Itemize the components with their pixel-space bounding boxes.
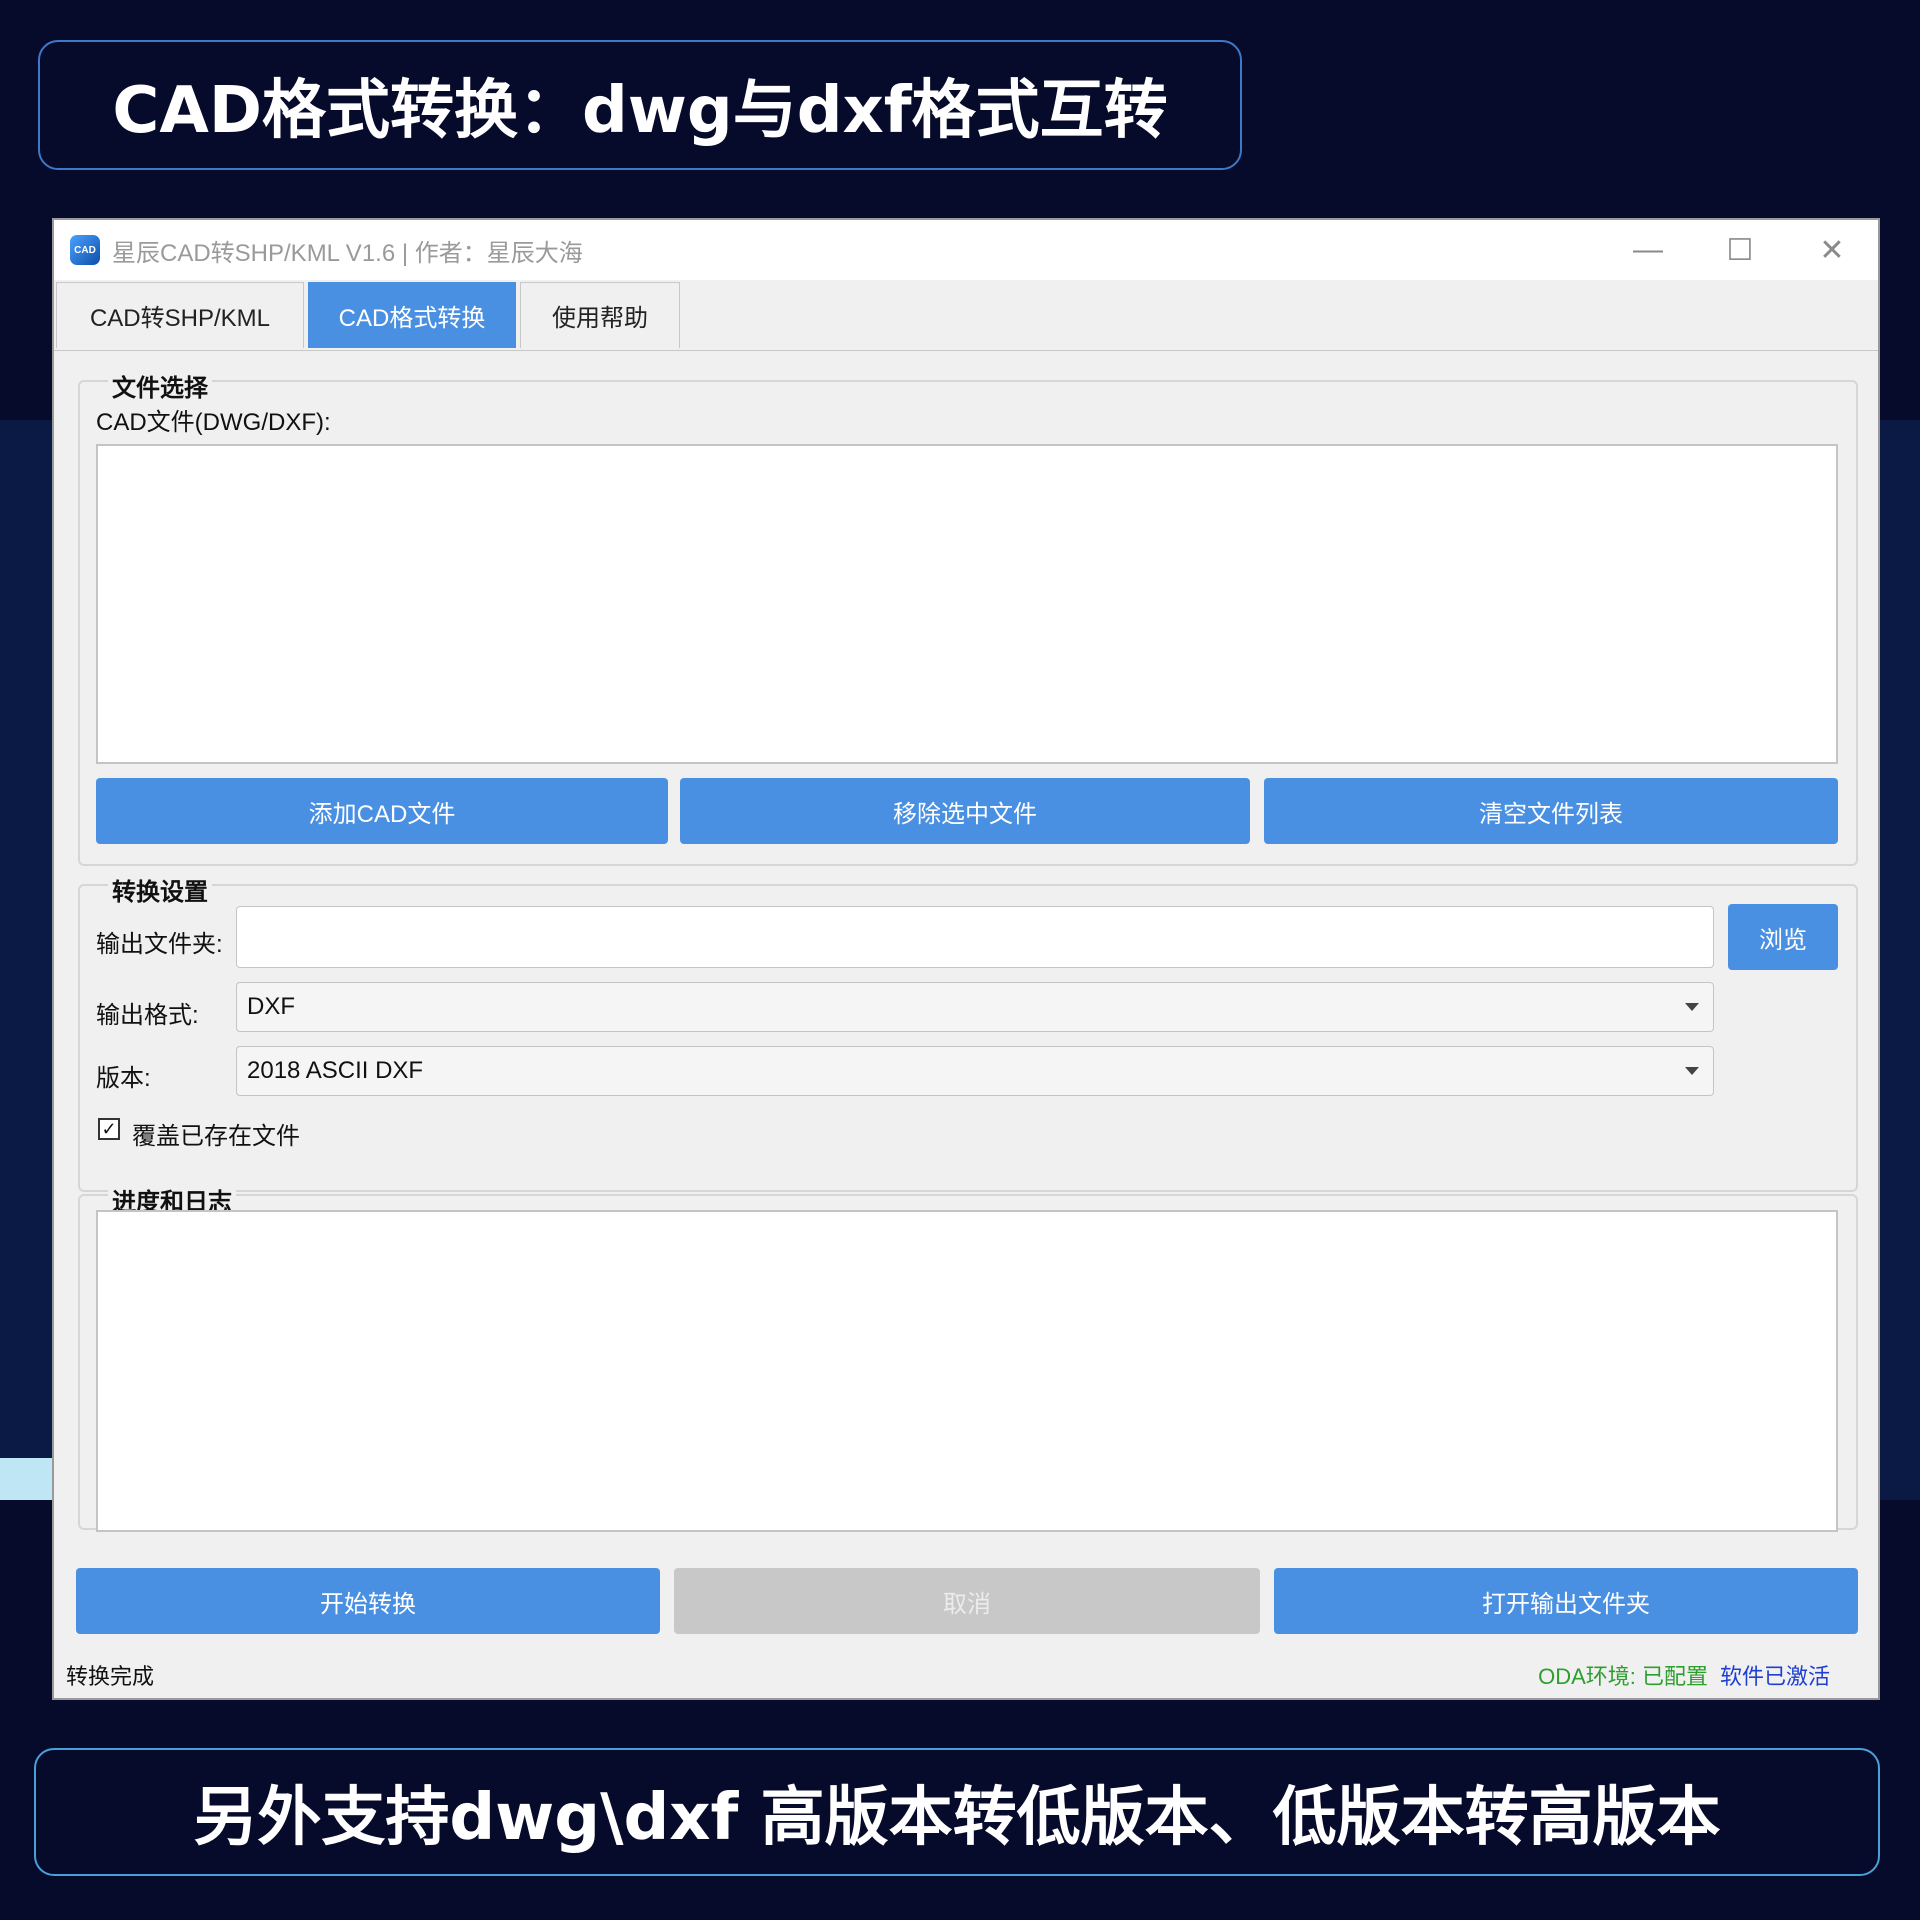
overwrite-label: 覆盖已存在文件 — [132, 1123, 300, 1150]
tab-help[interactable]: 使用帮助 — [520, 282, 680, 348]
close-button[interactable]: ✕ — [1786, 220, 1878, 280]
clear-list-button[interactable]: 清空文件列表 — [1264, 778, 1838, 844]
app-icon-label: CAD — [74, 244, 96, 256]
cad-file-list-label: CAD文件(DWG/DXF): — [96, 409, 331, 436]
tab-label: CAD转SHP/KML — [89, 305, 271, 332]
chevron-down-icon — [1685, 1003, 1699, 1011]
bottom-banner-text: 另外支持dwg\dxf 高版本转低版本、低版本转高版本 — [193, 1781, 1721, 1855]
browse-button[interactable]: 浏览 — [1728, 904, 1838, 970]
chevron-down-icon — [1685, 1067, 1699, 1075]
remove-selected-label: 移除选中文件 — [893, 800, 1037, 828]
output-folder-label: 输出文件夹: — [96, 931, 223, 958]
start-convert-button[interactable]: 开始转换 — [76, 1568, 660, 1634]
settings-title: 转换设置 — [108, 872, 212, 907]
top-banner: CAD格式转换：dwg与dxf格式互转 — [38, 40, 1242, 170]
output-format-select[interactable]: DXF — [236, 982, 1714, 1032]
log-area[interactable] — [96, 1210, 1838, 1532]
open-output-folder-label: 打开输出文件夹 — [1482, 1590, 1650, 1618]
oda-status: ODA环境: 已配置 — [1538, 1664, 1708, 1689]
background-accent — [0, 1458, 52, 1500]
close-icon: ✕ — [1819, 233, 1845, 267]
version-label: 版本: — [96, 1065, 151, 1092]
top-banner-text: CAD格式转换：dwg与dxf格式互转 — [112, 74, 1168, 148]
cancel-button[interactable]: 取消 — [674, 1568, 1260, 1634]
app-window: CAD 星辰CAD转SHP/KML V1.6 | 作者：星辰大海 — ☐ ✕ C… — [52, 218, 1880, 1700]
output-format-label: 输出格式: — [96, 1002, 199, 1029]
window-title: 星辰CAD转SHP/KML V1.6 | 作者：星辰大海 — [112, 239, 583, 267]
bottom-banner: 另外支持dwg\dxf 高版本转低版本、低版本转高版本 — [34, 1748, 1880, 1876]
tab-bar: CAD转SHP/KML CAD格式转换 使用帮助 — [56, 282, 684, 350]
app-icon: CAD — [70, 235, 100, 265]
cad-file-list[interactable] — [96, 444, 1838, 764]
remove-selected-button[interactable]: 移除选中文件 — [680, 778, 1250, 844]
cancel-label: 取消 — [943, 1590, 991, 1618]
check-icon: ✓ — [101, 1119, 117, 1139]
open-output-folder-button[interactable]: 打开输出文件夹 — [1274, 1568, 1858, 1634]
maximize-button[interactable]: ☐ — [1694, 220, 1786, 280]
tab-label: CAD格式转换 — [338, 305, 486, 332]
minimize-icon: — — [1633, 233, 1663, 266]
maximize-icon: ☐ — [1726, 233, 1754, 267]
file-select-title: 文件选择 — [108, 368, 212, 403]
activation-status: 软件已激活 — [1719, 1664, 1830, 1689]
title-bar: CAD 星辰CAD转SHP/KML V1.6 | 作者：星辰大海 — ☐ ✕ — [54, 220, 1878, 280]
tab-format-convert[interactable]: CAD格式转换 — [308, 282, 516, 348]
add-cad-file-label: 添加CAD文件 — [308, 800, 456, 828]
clear-list-label: 清空文件列表 — [1479, 800, 1623, 828]
browse-label: 浏览 — [1759, 926, 1807, 954]
overwrite-checkbox[interactable]: ✓ — [98, 1118, 120, 1140]
status-bar: 转换完成 ODA环境: 已配置 软件已激活 — [54, 1652, 1878, 1698]
tab-divider — [54, 350, 1878, 351]
tab-cad-to-shp[interactable]: CAD转SHP/KML — [56, 282, 304, 348]
minimize-button[interactable]: — — [1602, 220, 1694, 280]
tab-label: 使用帮助 — [552, 305, 648, 332]
output-format-value: DXF — [247, 993, 295, 1020]
version-value: 2018 ASCII DXF — [247, 1057, 424, 1084]
output-folder-input[interactable] — [236, 906, 1714, 968]
version-select[interactable]: 2018 ASCII DXF — [236, 1046, 1714, 1096]
start-convert-label: 开始转换 — [320, 1590, 416, 1618]
add-cad-file-button[interactable]: 添加CAD文件 — [96, 778, 668, 844]
status-message: 转换完成 — [66, 1664, 155, 1689]
